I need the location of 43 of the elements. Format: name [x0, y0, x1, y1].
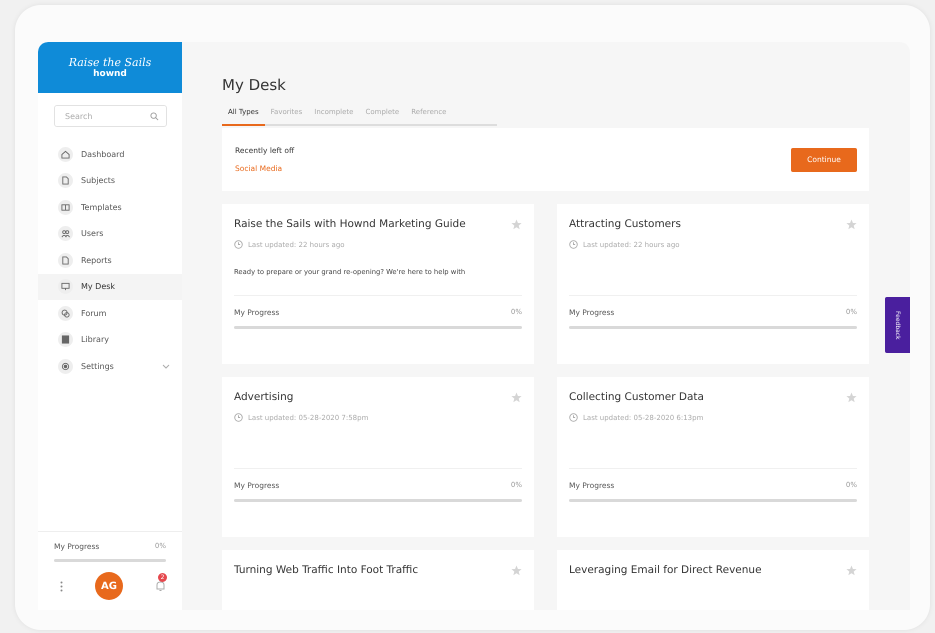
settings-icon [58, 358, 73, 374]
chat-icon [58, 306, 73, 321]
star-icon[interactable] [511, 564, 522, 576]
nav-item[interactable]: Templates [38, 194, 182, 220]
card-title: Collecting Customer Data [569, 391, 704, 403]
card-title: Advertising [234, 391, 294, 403]
card-title: Attracting Customers [569, 218, 681, 230]
card-title: Turning Web Traffic Into Foot Traffic [234, 564, 418, 576]
bell-icon[interactable] [155, 580, 166, 592]
clock-icon [234, 240, 243, 249]
nav-item[interactable]: Settings [38, 353, 182, 380]
document-icon [58, 173, 73, 188]
nav-item[interactable]: Dashboard [38, 141, 182, 168]
search-icon [150, 112, 159, 121]
logo-name-text: hownd [93, 69, 127, 79]
star-icon[interactable] [846, 218, 857, 230]
card-title: Raise the Sails with Hownd Marketing Guide [234, 218, 466, 230]
course-card[interactable]: Leveraging Email for Direct Revenue [557, 550, 869, 610]
layout-icon [58, 200, 73, 215]
course-card[interactable]: Turning Web Traffic Into Foot Traffic [222, 550, 534, 610]
document-icon [58, 252, 73, 268]
search-field[interactable]: Search [54, 105, 167, 127]
nav-item[interactable]: Subjects [38, 168, 182, 194]
clock-icon [234, 413, 243, 422]
card-title: Leveraging Email for Direct Revenue [569, 564, 762, 576]
nav-item[interactable]: Users [38, 220, 182, 247]
nav-item[interactable]: Library [38, 326, 182, 353]
clock-icon [569, 413, 578, 422]
star-icon[interactable] [846, 392, 857, 402]
star-icon[interactable] [511, 392, 522, 402]
star-icon[interactable] [511, 218, 522, 230]
clock-icon [569, 240, 578, 249]
page-title: My Desk [222, 76, 287, 94]
book-icon [58, 332, 73, 348]
home-icon [58, 146, 73, 162]
nav-item[interactable]: Forum [38, 300, 182, 326]
more-icon[interactable] [60, 580, 63, 592]
monitor-icon [58, 279, 73, 294]
nav-item[interactable]: My Desk [38, 274, 182, 300]
nav-item[interactable]: Reports [38, 247, 182, 274]
users-icon [58, 226, 73, 242]
logo-script-text: Raise the Sails [68, 56, 152, 69]
star-icon[interactable] [846, 564, 857, 576]
